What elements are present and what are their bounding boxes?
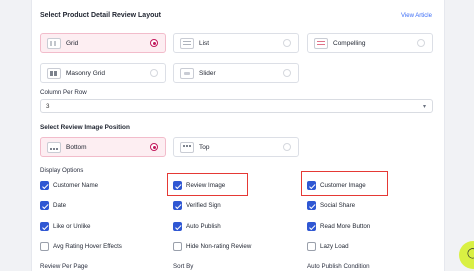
- radio-button[interactable]: [417, 39, 425, 47]
- checkbox-auto-publish[interactable]: [173, 222, 182, 231]
- checkbox-read-more-button[interactable]: [307, 222, 316, 231]
- image-position-top[interactable]: Top: [173, 137, 299, 157]
- checkbox-label: Customer Name: [53, 182, 99, 189]
- layout-option-label: Slider: [199, 70, 216, 77]
- column-per-row-label: Column Per Row: [40, 89, 87, 96]
- checkbox-label: Social Share: [320, 202, 356, 209]
- view-article-link[interactable]: View Article: [401, 13, 432, 19]
- checkbox-label: Lazy Load: [320, 243, 349, 250]
- sort-by-label: Sort By: [173, 263, 194, 270]
- layout-option-list[interactable]: List: [173, 33, 299, 53]
- layout-option-compelling[interactable]: Compelling: [307, 33, 433, 53]
- checkbox-hide-non-rating-review[interactable]: [173, 242, 182, 251]
- image-position-bottom[interactable]: Bottom: [40, 137, 166, 157]
- checkbox-label: Date: [53, 202, 67, 209]
- image-top-icon: [180, 142, 194, 153]
- layout-option-slider[interactable]: Slider: [173, 63, 299, 83]
- checkbox-label: Hide Non-rating Review: [186, 243, 252, 250]
- layout-option-label: Masonry Grid: [66, 70, 106, 77]
- layout-option-masonry-grid[interactable]: Masonry Grid: [40, 63, 166, 83]
- auto-publish-condition-label: Auto Publish Condition: [307, 263, 370, 270]
- review-per-page-label: Review Per Page: [40, 263, 88, 270]
- radio-button[interactable]: [150, 143, 158, 151]
- radio-button[interactable]: [150, 69, 158, 77]
- radio-button[interactable]: [150, 39, 158, 47]
- checkbox-like-or-unlike[interactable]: [40, 222, 49, 231]
- checkbox-label: Like or Unlike: [53, 223, 91, 230]
- checkbox-label: Auto Publish: [186, 223, 221, 230]
- image-position-title: Select Review Image Position: [40, 124, 130, 131]
- chat-fab-button[interactable]: ◯: [459, 241, 474, 269]
- compelling-layout-icon: [314, 38, 328, 49]
- checkbox-customer-name[interactable]: [40, 181, 49, 190]
- image-position-label: Bottom: [66, 144, 87, 151]
- checkbox-label: Avg Rating Hover Effects: [53, 243, 122, 250]
- checkbox-lazy-load[interactable]: [307, 242, 316, 251]
- column-per-row-select[interactable]: 3 ▾: [40, 99, 433, 113]
- display-options-title: Display Options: [40, 167, 84, 174]
- radio-button[interactable]: [283, 39, 291, 47]
- highlight-box-review-image: [167, 173, 248, 196]
- checkbox-label: Read More Button: [320, 223, 371, 230]
- slider-layout-icon: [180, 68, 194, 79]
- chat-icon: ◯: [467, 248, 474, 259]
- layout-option-label: List: [199, 40, 210, 47]
- image-position-label: Top: [199, 144, 210, 151]
- highlight-box-customer-image: [301, 171, 388, 196]
- column-per-row-value: 3: [46, 103, 50, 110]
- checkbox-verified-sign[interactable]: [173, 201, 182, 210]
- checkbox-avg-rating-hover-effects[interactable]: [40, 242, 49, 251]
- layout-option-grid[interactable]: Grid: [40, 33, 166, 53]
- radio-button[interactable]: [283, 69, 291, 77]
- list-layout-icon: [180, 38, 194, 49]
- radio-button[interactable]: [283, 143, 291, 151]
- checkbox-label: Verified Sign: [186, 202, 221, 209]
- checkbox-social-share[interactable]: [307, 201, 316, 210]
- checkbox-date[interactable]: [40, 201, 49, 210]
- masonry-layout-icon: [47, 68, 61, 79]
- layout-section-title: Select Product Detail Review Layout: [40, 12, 161, 19]
- image-bottom-icon: [47, 142, 61, 153]
- layout-option-label: Compelling: [333, 40, 366, 47]
- layout-option-label: Grid: [66, 40, 79, 47]
- grid-layout-icon: [47, 38, 61, 49]
- chevron-down-icon: ▾: [422, 104, 426, 110]
